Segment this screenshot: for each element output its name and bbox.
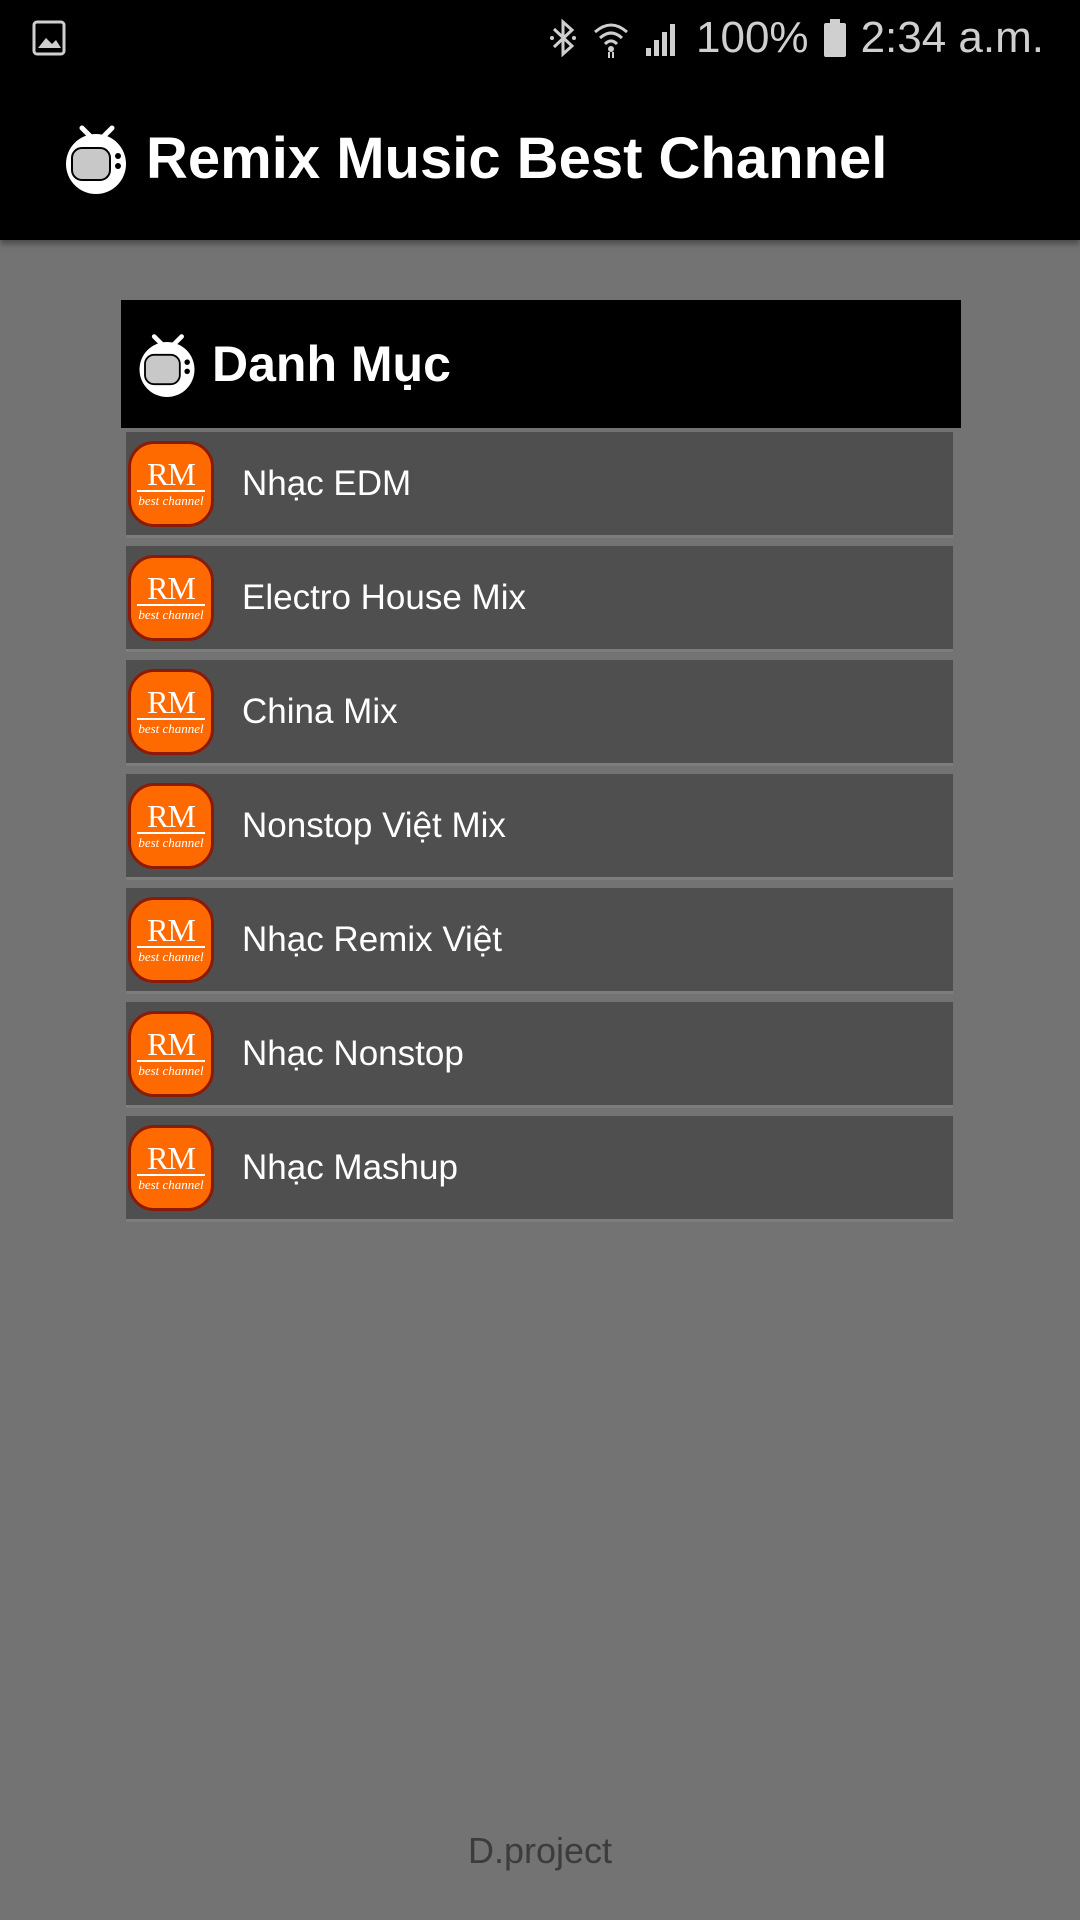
app-bar: Remix Music Best Channel — [0, 76, 1080, 240]
list-item-label: Nonstop Việt Mix — [242, 805, 506, 845]
list-item-label: Nhạc Nonstop — [242, 1033, 464, 1073]
list-item[interactable]: RM best channel Nhạc Nonstop — [126, 1002, 953, 1108]
list-item-label: Nhạc Remix Việt — [242, 919, 503, 959]
category-list: RM best channel Nhạc EDM RM best channel… — [126, 432, 953, 1230]
category-title: Danh Mục — [212, 336, 451, 392]
status-bar: 100% 2:34 a.m. — [0, 0, 1080, 76]
list-item[interactable]: RM best channel Nhạc EDM — [126, 432, 953, 538]
list-item[interactable]: RM best channel China Mix — [126, 660, 953, 766]
bluetooth-icon — [548, 18, 578, 58]
list-item-label: China Mix — [242, 691, 398, 731]
list-item[interactable]: RM best channel Electro House Mix — [126, 546, 953, 652]
app-title: Remix Music Best Channel — [146, 125, 888, 191]
list-item-label: Nhạc Mashup — [242, 1147, 458, 1187]
rm-logo-icon: RM best channel — [128, 1010, 214, 1097]
list-item[interactable]: RM best channel Nhạc Remix Việt — [126, 888, 953, 994]
category-header: Danh Mục — [121, 300, 961, 428]
list-item-label: Electro House Mix — [242, 577, 526, 617]
list-item-label: Nhạc EDM — [242, 463, 412, 503]
footer-credit: D.project — [467, 1830, 613, 1871]
battery-icon — [823, 18, 847, 58]
status-indicators: 100% 2:34 a.m. — [548, 0, 1044, 76]
tv-icon — [66, 125, 126, 194]
list-item[interactable]: RM best channel Nhạc Mashup — [126, 1116, 953, 1222]
signal-icon — [644, 18, 682, 58]
rm-logo-icon: RM best channel — [128, 896, 214, 983]
tv-icon — [139, 334, 195, 397]
rm-logo-icon: RM best channel — [128, 668, 214, 755]
wifi-icon — [592, 18, 630, 58]
rm-logo-icon: RM best channel — [128, 782, 214, 869]
rm-logo-icon: RM best channel — [128, 554, 214, 641]
rm-logo-icon: RM best channel — [128, 440, 214, 527]
clock: 2:34 a.m. — [860, 13, 1044, 62]
battery-percent: 100% — [696, 13, 809, 62]
list-item[interactable]: RM best channel Nonstop Việt Mix — [126, 774, 953, 880]
rm-logo-icon: RM best channel — [128, 1124, 214, 1211]
gallery-icon — [32, 20, 66, 61]
